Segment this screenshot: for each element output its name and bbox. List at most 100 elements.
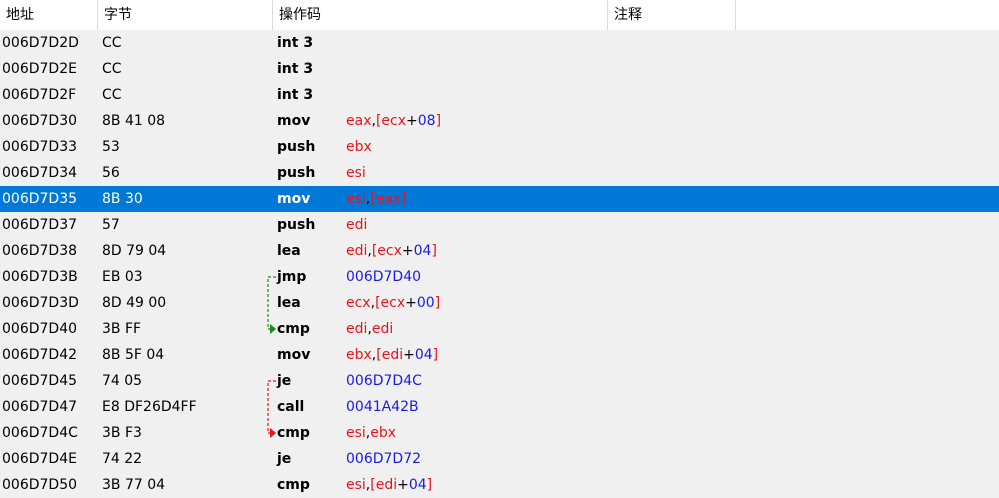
operands-cell: ebx (346, 134, 372, 160)
disasm-row[interactable]: 006D7D50 3B 77 04 cmp esi,[edi+04] (0, 472, 999, 498)
bytes-cell: 8D 79 04 (102, 243, 167, 259)
bytes-cell: 8B 30 (102, 191, 143, 207)
disasm-row[interactable]: 006D7D34 56 push esi (0, 160, 999, 186)
operand-token: ] (426, 477, 433, 493)
bytes-cell: 56 (102, 165, 120, 181)
disasm-row[interactable]: 006D7D3D 8D 49 00 lea ecx,[ecx+00] (0, 290, 999, 316)
disasm-row[interactable]: 006D7D2F CC int 3 (0, 82, 999, 108)
mnemonic-cell: jmp (277, 269, 307, 285)
disasm-row[interactable]: 006D7D33 53 push ebx (0, 134, 999, 160)
operand-token: [edi (376, 347, 404, 363)
bytes-cell: 3B FF (102, 321, 142, 337)
bytes-cell: 57 (102, 217, 120, 233)
operand-token: edi (371, 321, 394, 337)
bytes-cell: EB 03 (102, 269, 143, 285)
bytes-cell: 8D 49 00 (102, 295, 167, 311)
address-cell: 006D7D38 (2, 243, 78, 259)
mnemonic-cell: push (277, 217, 316, 233)
mnemonic-cell: push (277, 165, 316, 181)
mnemonic-cell: int 3 (277, 35, 314, 51)
disasm-row[interactable]: 006D7D37 57 push edi (0, 212, 999, 238)
disasm-row[interactable]: 006D7D40 3B FF cmp edi,edi (0, 316, 999, 342)
disasm-row[interactable]: 006D7D4C 3B F3 cmp esi,ebx (0, 420, 999, 446)
disasm-row[interactable]: 006D7D47 E8 DF26D4FF call 0041A42B (0, 394, 999, 420)
operand-token: edi (346, 217, 368, 233)
address-cell: 006D7D37 (2, 217, 78, 233)
operands-cell: edi (346, 212, 367, 238)
mnemonic-cell: je (277, 451, 292, 467)
operand-token: ebx (370, 425, 397, 441)
bytes-cell: 8B 5F 04 (102, 347, 165, 363)
operand-token: esi (346, 191, 366, 207)
operand-token: 04 (414, 347, 433, 363)
bytes-cell: CC (102, 87, 122, 103)
address-cell: 006D7D3D (2, 295, 79, 311)
operand-token: esi (346, 165, 366, 181)
operands-cell: esi,[eax] (346, 186, 407, 212)
address-cell: 006D7D47 (2, 399, 78, 415)
address-cell: 006D7D30 (2, 113, 78, 129)
operand-token: edi (346, 321, 368, 337)
bytes-cell: CC (102, 61, 122, 77)
operand-token: ] (431, 243, 437, 259)
column-header-bytes[interactable]: 字节 (98, 0, 273, 30)
operands-cell: eax,[ecx+08] (346, 108, 441, 134)
bytes-cell: 8B 41 08 (102, 113, 166, 129)
operand-token: 006D7D4C (346, 373, 422, 389)
address-cell: 006D7D40 (2, 321, 78, 337)
mnemonic-cell: cmp (277, 321, 310, 337)
operand-token: [edi (370, 477, 398, 493)
operand-token: 006D7D40 (346, 269, 422, 285)
operand-token: ecx (346, 295, 371, 311)
operand-token: 006D7D72 (346, 451, 422, 467)
operands-cell: esi (346, 160, 366, 186)
disasm-row[interactable]: 006D7D38 8D 79 04 lea edi,[ecx+04] (0, 238, 999, 264)
disasm-row[interactable]: 006D7D30 8B 41 08 mov eax,[ecx+08] (0, 108, 999, 134)
column-header-opcode[interactable]: 操作码 (273, 0, 608, 30)
operands-cell: edi,edi (346, 316, 393, 342)
address-cell: 006D7D33 (2, 139, 78, 155)
operands-cell: 006D7D40 (346, 264, 421, 290)
operand-token: ] (434, 295, 441, 311)
bytes-cell: CC (102, 35, 122, 51)
operands-cell: esi,ebx (346, 420, 396, 446)
column-header: 地址 字节 操作码 注释 (0, 0, 999, 30)
operand-token: [ecx (371, 243, 402, 259)
disasm-row[interactable]: 006D7D42 8B 5F 04 mov ebx,[edi+04] (0, 342, 999, 368)
disasm-row[interactable]: 006D7D3B EB 03 jmp 006D7D40 (0, 264, 999, 290)
disasm-row[interactable]: 006D7D2E CC int 3 (0, 56, 999, 82)
address-cell: 006D7D34 (2, 165, 78, 181)
address-cell: 006D7D45 (2, 373, 78, 389)
operands-cell: edi,[ecx+04] (346, 238, 437, 264)
disasm-row[interactable]: 006D7D4E 74 22 je 006D7D72 (0, 446, 999, 472)
disasm-row[interactable]: 006D7D45 74 05 je 006D7D4C (0, 368, 999, 394)
operand-token: ebx (346, 139, 372, 155)
disasm-row[interactable]: 006D7D35 8B 30 mov esi,[eax] (0, 186, 999, 212)
disasm-row[interactable]: 006D7D2D CC int 3 (0, 30, 999, 56)
operand-token: 04 (413, 243, 432, 259)
column-header-comment[interactable]: 注释 (608, 0, 736, 30)
mnemonic-cell: call (277, 399, 305, 415)
address-cell: 006D7D42 (2, 347, 78, 363)
address-cell: 006D7D3B (2, 269, 78, 285)
mnemonic-cell: int 3 (277, 87, 314, 103)
address-cell: 006D7D2D (2, 35, 79, 51)
operand-token: 08 (417, 113, 436, 129)
column-header-address[interactable]: 地址 (0, 0, 98, 30)
operands-cell: ebx,[edi+04] (346, 342, 438, 368)
operand-token: edi (346, 243, 368, 259)
operand-token: ] (435, 113, 442, 129)
operand-token: + (397, 477, 409, 493)
operand-token: 04 (408, 477, 427, 493)
mnemonic-cell: lea (277, 295, 301, 311)
mnemonic-cell: push (277, 139, 316, 155)
operands-cell: ecx,[ecx+00] (346, 290, 440, 316)
disassembly-list[interactable]: 006D7D2D CC int 3 006D7D2E CC int 3 006D7D2F CC… (0, 30, 999, 498)
operand-token: + (403, 347, 415, 363)
address-cell: 006D7D4C (2, 425, 78, 441)
operand-token: + (406, 113, 418, 129)
address-cell: 006D7D2E (2, 61, 77, 77)
operand-token: [ecx (375, 113, 406, 129)
address-cell: 006D7D50 (2, 477, 78, 493)
mnemonic-cell: cmp (277, 477, 310, 493)
